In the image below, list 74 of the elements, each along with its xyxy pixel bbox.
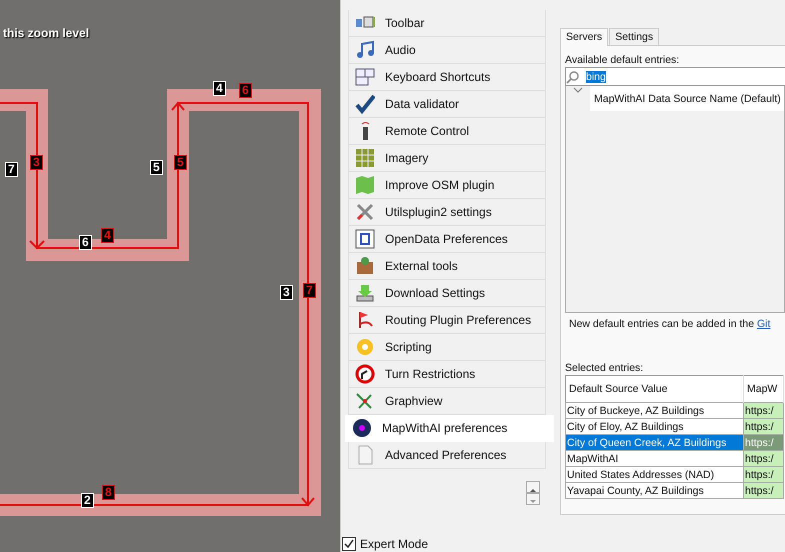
table-cell: https:/ (744, 450, 784, 466)
selected-entries-label: Selected entries: (565, 362, 644, 374)
tab[interactable]: Servers (560, 28, 608, 46)
table-cell: United States Addresses (NAD) (566, 466, 744, 482)
available-entries-label: Available default entries: (565, 54, 680, 66)
preference-item[interactable]: OpenData Preferences (348, 226, 546, 253)
table-cell: https:/ (744, 434, 784, 450)
preference-item[interactable]: Download Settings (348, 280, 546, 307)
preference-item[interactable]: Turn Restrictions (348, 361, 546, 388)
wrench-screwdriver-icon (355, 202, 375, 222)
tree-row[interactable]: MapWithAI Data Source Name (Default) (590, 86, 784, 111)
preference-item[interactable]: Improve OSM plugin (348, 172, 546, 199)
table-row[interactable]: MapWithAI https:/ (566, 450, 784, 466)
table-row[interactable]: City of Buckeye, AZ Buildings https:/ (566, 402, 784, 418)
preference-item[interactable]: Remote Control (348, 118, 546, 145)
preference-item[interactable]: Audio (348, 37, 546, 64)
expert-mode-label: Expert Mode (360, 537, 428, 551)
no-turn-sign-icon (355, 364, 375, 384)
segment-number: 5 (174, 155, 187, 170)
checkmark-icon (355, 94, 375, 114)
segment-number: 8 (102, 485, 115, 500)
preference-item[interactable]: MapWithAI preferences (345, 415, 554, 442)
preference-item[interactable]: Routing Plugin Preferences (348, 307, 546, 334)
segment-number: 3 (280, 285, 293, 300)
tab[interactable]: Settings (609, 28, 660, 45)
download-arrow-icon (355, 283, 375, 303)
table-cell: https:/ (744, 402, 784, 418)
segment-number: 4 (213, 81, 226, 96)
box-icon (355, 256, 375, 276)
music-note-icon (355, 40, 375, 60)
segment-number: 6 (239, 83, 252, 98)
table-cell: https:/ (744, 466, 784, 482)
table-cell: MapWithAI (566, 450, 744, 466)
preference-item[interactable]: Imagery (348, 145, 546, 172)
table-cell: City of Eloy, AZ Buildings (566, 418, 744, 434)
column-header[interactable]: MapW (744, 376, 784, 402)
square-frame-icon (355, 229, 375, 249)
scroll-up-button[interactable] (526, 481, 540, 493)
table-cell: City of Queen Creek, AZ Buildings (566, 434, 744, 450)
preference-item[interactable]: Keyboard Shortcuts (348, 64, 546, 91)
segment-number: 7 (303, 283, 316, 298)
help-link[interactable]: Git (756, 318, 770, 330)
preference-item[interactable]: Data validator (348, 91, 546, 118)
preference-item[interactable]: Graphview (348, 388, 546, 415)
preference-item[interactable]: Toolbar (348, 10, 546, 37)
map-notice: this zoom level (3, 26, 90, 40)
keyboard-keys-icon (355, 67, 375, 87)
preference-item[interactable]: Scripting (348, 334, 546, 361)
segment-number: 7 (5, 162, 18, 177)
grid-icon (355, 148, 375, 168)
segment-number: 4 (101, 228, 114, 243)
circle-logo-icon (352, 418, 372, 438)
table-cell: https:/ (744, 418, 784, 434)
expert-mode-checkbox[interactable] (342, 537, 356, 551)
table-row[interactable]: United States Addresses (NAD) https:/ (566, 466, 784, 482)
search-icon (566, 70, 580, 84)
preference-item[interactable]: External tools (348, 253, 546, 280)
segment-number: 2 (81, 493, 94, 508)
table-row[interactable]: City of Eloy, AZ Buildings https:/ (566, 418, 784, 434)
segment-number: 5 (150, 160, 163, 175)
segment-number: 3 (30, 155, 43, 170)
preference-item[interactable]: Advanced Preferences (348, 442, 546, 469)
help-note: New default entries can be added in the Git (569, 318, 772, 330)
table-cell: City of Buckeye, AZ Buildings (566, 402, 744, 418)
table-cell: Yavapai County, AZ Buildings (566, 482, 744, 498)
segment-number: 6 (79, 235, 92, 250)
preference-item[interactable]: Utilsplugin2 settings (348, 199, 546, 226)
chevron-down-icon[interactable] (573, 86, 583, 94)
map-sheet-icon (355, 175, 375, 195)
column-header[interactable]: Default Source Value (566, 376, 744, 402)
table-row[interactable]: City of Queen Creek, AZ Buildings https:/ (566, 434, 784, 450)
table-row[interactable]: Yavapai County, AZ Buildings https:/ (566, 482, 784, 498)
table-cell: https:/ (744, 482, 784, 498)
search-field[interactable]: bing (565, 67, 785, 86)
